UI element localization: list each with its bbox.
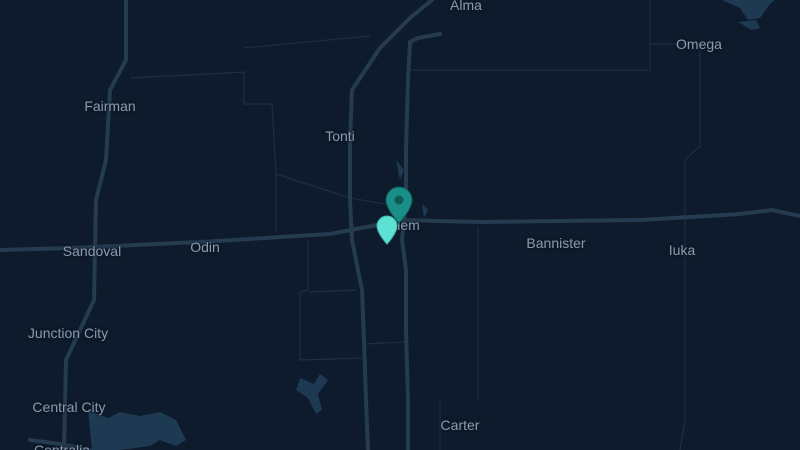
- place-label-alma: Alma: [450, 0, 482, 13]
- place-label-carter: Carter: [440, 417, 480, 433]
- map-pin-secondary[interactable]: [376, 215, 398, 245]
- map-pin-icon: [376, 215, 398, 245]
- place-label-junction-city: Junction City: [27, 325, 109, 341]
- place-label-sandoval: Sandoval: [62, 243, 122, 259]
- place-label-bannister: Bannister: [526, 235, 586, 251]
- place-label-centralia: Centralia: [33, 442, 91, 450]
- water-layer: [88, 0, 775, 450]
- place-label-omega: Omega: [676, 36, 722, 52]
- place-label-odin: Odin: [190, 239, 220, 255]
- map-canvas[interactable]: Alma Omega Fairman Tonti Salem Sandoval …: [0, 0, 800, 450]
- place-label-iuka: Iuka: [668, 242, 696, 258]
- place-label-tonti: Tonti: [325, 128, 355, 144]
- place-label-central-city: Central City: [32, 399, 106, 415]
- place-label-fairman: Fairman: [84, 98, 136, 114]
